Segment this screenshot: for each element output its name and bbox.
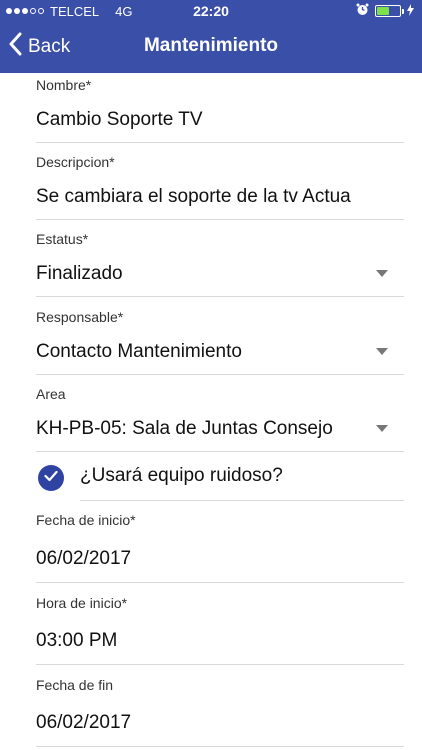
descripcion-label: Descripcion* (36, 154, 115, 170)
dropdown-arrow-icon[interactable] (376, 425, 388, 432)
alarm-clock-icon (356, 3, 369, 19)
fecha-fin-field[interactable]: Fecha de fin 06/02/2017 (36, 677, 404, 747)
descripcion-field[interactable]: Descripcion* Se cambiara el soporte de l… (36, 154, 404, 220)
hora-inicio-label: Hora de inicio* (36, 595, 128, 611)
equipo-ruidoso-row[interactable]: ¿Usará equipo ruidoso? (36, 457, 404, 501)
charging-bolt-icon (407, 3, 414, 19)
dropdown-arrow-icon[interactable] (376, 348, 388, 355)
status-left: TELCEL 4G (6, 4, 132, 19)
equipo-ruidoso-checkbox[interactable] (38, 465, 64, 491)
responsable-value: Contacto Mantenimiento (36, 341, 242, 362)
estatus-select[interactable]: Estatus* Finalizado (36, 231, 404, 297)
area-label: Area (36, 386, 66, 402)
network-type: 4G (115, 3, 133, 19)
nombre-input[interactable]: Cambio Soporte TV (36, 109, 356, 131)
estatus-value: Finalizado (36, 263, 123, 284)
hora-inicio-input[interactable]: 03:00 PM (36, 630, 356, 652)
checkmark-icon (44, 469, 58, 487)
fecha-inicio-label: Fecha de inicio* (36, 512, 136, 528)
fecha-inicio-field[interactable]: Fecha de inicio* 06/02/2017 (36, 512, 404, 583)
estatus-label: Estatus* (36, 231, 89, 247)
descripcion-input[interactable]: Se cambiara el soporte de la tv Actua (36, 186, 352, 208)
hora-inicio-field[interactable]: Hora de inicio* 03:00 PM (36, 595, 404, 665)
area-value: KH-PB-05: Sala de Juntas Consejo (36, 418, 333, 439)
responsable-label: Responsable* (36, 309, 124, 325)
divider (80, 500, 404, 501)
signal-strength-icon (6, 8, 44, 14)
responsable-select[interactable]: Responsable* Contacto Mantenimiento (36, 309, 404, 375)
fecha-fin-input[interactable]: 06/02/2017 (36, 712, 356, 734)
navigation-bar: Back Mantenimiento (0, 22, 422, 73)
fecha-fin-label: Fecha de fin (36, 677, 114, 693)
fecha-inicio-input[interactable]: 06/02/2017 (36, 548, 356, 570)
equipo-ruidoso-label: ¿Usará equipo ruidoso? (80, 465, 283, 486)
battery-icon (375, 5, 404, 17)
nombre-label: Nombre* (36, 77, 92, 93)
app-header: TELCEL 4G 22:20 Back Mantenimiento (0, 0, 422, 73)
page-title: Mantenimiento (143, 35, 279, 56)
status-right (356, 3, 414, 19)
carrier-name: TELCEL (50, 3, 100, 19)
area-select[interactable]: Area KH-PB-05: Sala de Juntas Consejo (36, 386, 404, 452)
nombre-field[interactable]: Nombre* Cambio Soporte TV (36, 77, 404, 143)
status-bar: TELCEL 4G 22:20 (0, 0, 422, 22)
dropdown-arrow-icon[interactable] (376, 270, 388, 277)
